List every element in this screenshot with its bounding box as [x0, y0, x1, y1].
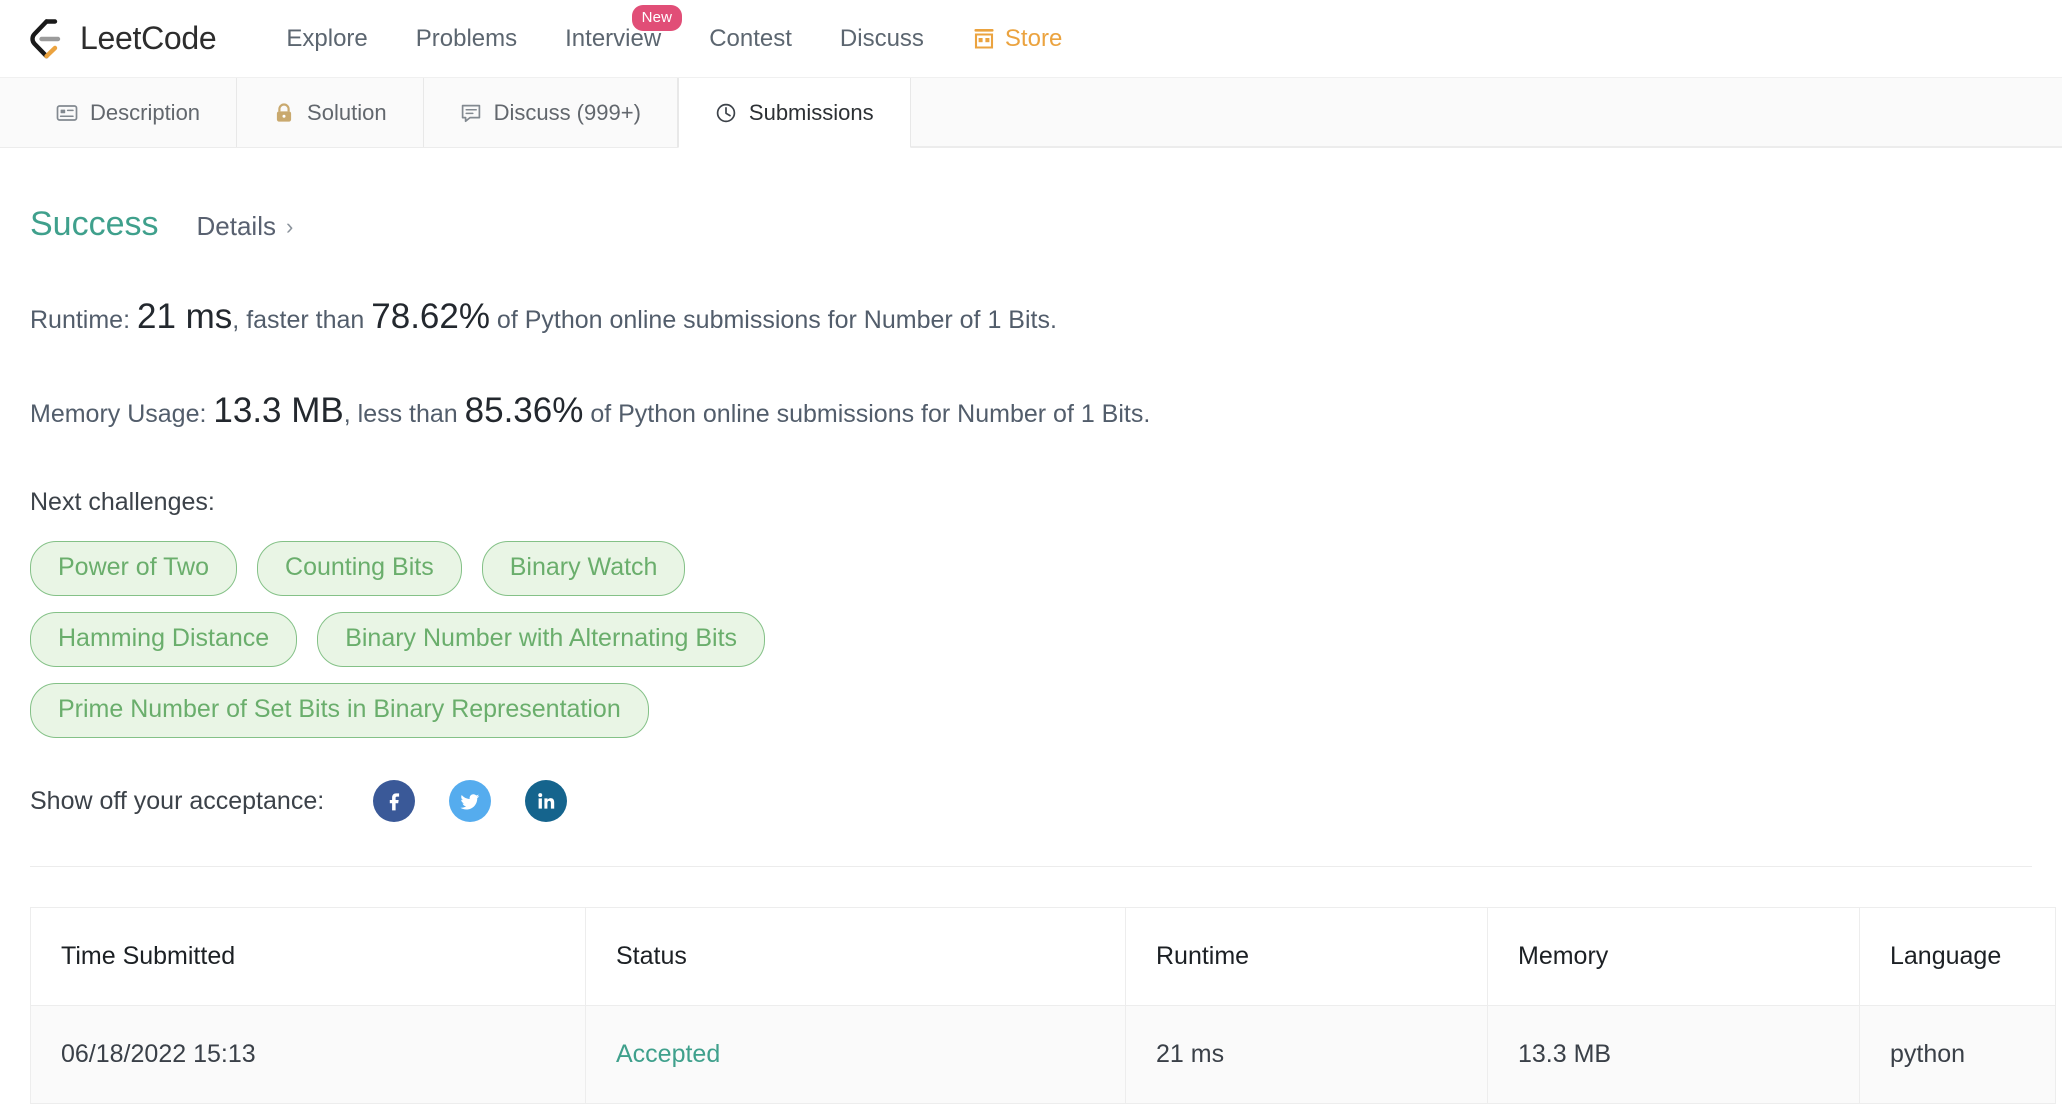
challenge-pill[interactable]: Counting Bits	[257, 541, 462, 596]
cell-runtime: 21 ms	[1125, 1005, 1488, 1104]
details-label: Details	[196, 211, 276, 241]
challenge-pill[interactable]: Prime Number of Set Bits in Binary Repre…	[30, 683, 649, 738]
store-icon	[972, 27, 996, 51]
runtime-suffix: of Python online submissions for Number …	[489, 306, 1057, 334]
top-navigation-bar: LeetCode Explore Problems Interview New …	[0, 0, 2062, 78]
memory-suffix: of Python online submissions for Number …	[583, 400, 1151, 428]
cell-language: python	[1859, 1005, 2056, 1104]
submission-status-title: Success	[30, 205, 159, 243]
tab-label: Discuss (999+)	[493, 99, 641, 125]
description-icon	[56, 102, 78, 124]
tab-description[interactable]: Description	[0, 78, 238, 147]
brand-home-link[interactable]: LeetCode	[28, 18, 217, 60]
submissions-table-wrap: Time Submitted Status Runtime Memory Lan…	[30, 907, 2056, 1104]
submission-result-panel: Success Details › Runtime: 21 ms, faster…	[0, 148, 2062, 1104]
column-header-runtime[interactable]: Runtime	[1125, 907, 1488, 1006]
nav-item-label: Explore	[286, 24, 368, 52]
leetcode-logo-icon	[28, 18, 70, 60]
tab-submissions[interactable]: Submissions	[677, 78, 911, 148]
challenge-pill[interactable]: Binary Watch	[481, 541, 686, 596]
tab-label: Description	[90, 99, 201, 125]
submissions-table: Time Submitted Status Runtime Memory Lan…	[30, 907, 2056, 1104]
brand-name: LeetCode	[80, 20, 217, 56]
nav-item-interview[interactable]: Interview New	[541, 4, 685, 53]
memory-percentile: 85.36%	[464, 391, 584, 430]
nav-links: Explore Problems Interview New Contest D…	[262, 4, 1086, 53]
challenge-pill[interactable]: Hamming Distance	[30, 612, 298, 667]
next-challenges-row: Power of Two Counting Bits Binary Watch	[30, 541, 2032, 596]
next-challenges-list: Power of Two Counting Bits Binary Watch …	[30, 541, 2032, 738]
column-header-language[interactable]: Language	[1859, 907, 2056, 1006]
memory-mid: , less than	[343, 400, 465, 428]
facebook-share-button[interactable]	[373, 780, 416, 822]
problem-tab-bar: Description Solution Discuss (999+) Subm…	[0, 78, 2062, 148]
linkedin-share-button[interactable]	[525, 780, 568, 822]
cell-memory: 13.3 MB	[1487, 1005, 1860, 1104]
nav-item-explore[interactable]: Explore	[262, 25, 391, 53]
details-link[interactable]: Details ›	[197, 211, 294, 242]
lock-icon	[273, 102, 295, 124]
column-header-status[interactable]: Status	[585, 907, 1126, 1006]
tab-label: Submissions	[748, 99, 874, 125]
column-header-time-submitted[interactable]: Time Submitted	[30, 907, 586, 1006]
next-challenges-label: Next challenges:	[30, 488, 215, 516]
table-header-row: Time Submitted Status Runtime Memory Lan…	[30, 907, 2056, 1006]
chevron-right-icon: ›	[285, 213, 294, 239]
cell-time-submitted[interactable]: 06/18/2022 15:13	[30, 1005, 586, 1104]
comment-icon	[460, 102, 482, 124]
cell-status[interactable]: Accepted	[585, 1005, 1126, 1104]
memory-prefix: Memory Usage:	[30, 400, 214, 428]
section-divider	[30, 866, 2032, 867]
runtime-percentile: 78.62%	[371, 297, 490, 336]
runtime-value: 21 ms	[136, 297, 233, 336]
challenge-pill[interactable]: Power of Two	[30, 541, 238, 596]
tab-solution[interactable]: Solution	[237, 78, 424, 147]
share-label: Show off your acceptance:	[30, 786, 325, 815]
tabbar-filler	[910, 78, 2062, 147]
nav-item-label: Contest	[709, 24, 792, 52]
linkedin-icon	[534, 789, 558, 813]
nav-item-discuss[interactable]: Discuss	[816, 25, 948, 53]
new-badge: New	[631, 4, 683, 31]
facebook-icon	[382, 789, 406, 813]
nav-item-label: Store	[1004, 24, 1063, 52]
twitter-share-button[interactable]	[449, 780, 492, 822]
nav-item-problems[interactable]: Problems	[392, 25, 541, 53]
clock-icon	[715, 102, 737, 124]
nav-item-store[interactable]: Store	[948, 25, 1086, 53]
memory-stat-line: Memory Usage: 13.3 MB, less than 85.36% …	[30, 390, 2032, 432]
next-challenges-row: Prime Number of Set Bits in Binary Repre…	[30, 683, 2032, 738]
tab-label: Solution	[307, 99, 387, 125]
status-row: Success Details ›	[30, 148, 2032, 244]
share-row: Show off your acceptance:	[30, 780, 2032, 822]
next-challenges-row: Hamming Distance Binary Number with Alte…	[30, 612, 2032, 667]
column-header-memory[interactable]: Memory	[1487, 907, 1860, 1006]
table-row[interactable]: 06/18/2022 15:13 Accepted 21 ms 13.3 MB …	[30, 1005, 2056, 1104]
twitter-icon	[458, 789, 482, 813]
runtime-mid: , faster than	[232, 306, 372, 334]
memory-value: 13.3 MB	[213, 391, 344, 430]
nav-item-label: Problems	[415, 24, 518, 52]
runtime-prefix: Runtime:	[30, 306, 137, 334]
nav-item-contest[interactable]: Contest	[685, 25, 816, 53]
tab-discuss[interactable]: Discuss (999+)	[424, 78, 678, 147]
challenge-pill[interactable]: Binary Number with Alternating Bits	[317, 612, 766, 667]
runtime-stat-line: Runtime: 21 ms, faster than 78.62% of Py…	[30, 296, 2032, 338]
nav-item-label: Discuss	[839, 24, 924, 52]
